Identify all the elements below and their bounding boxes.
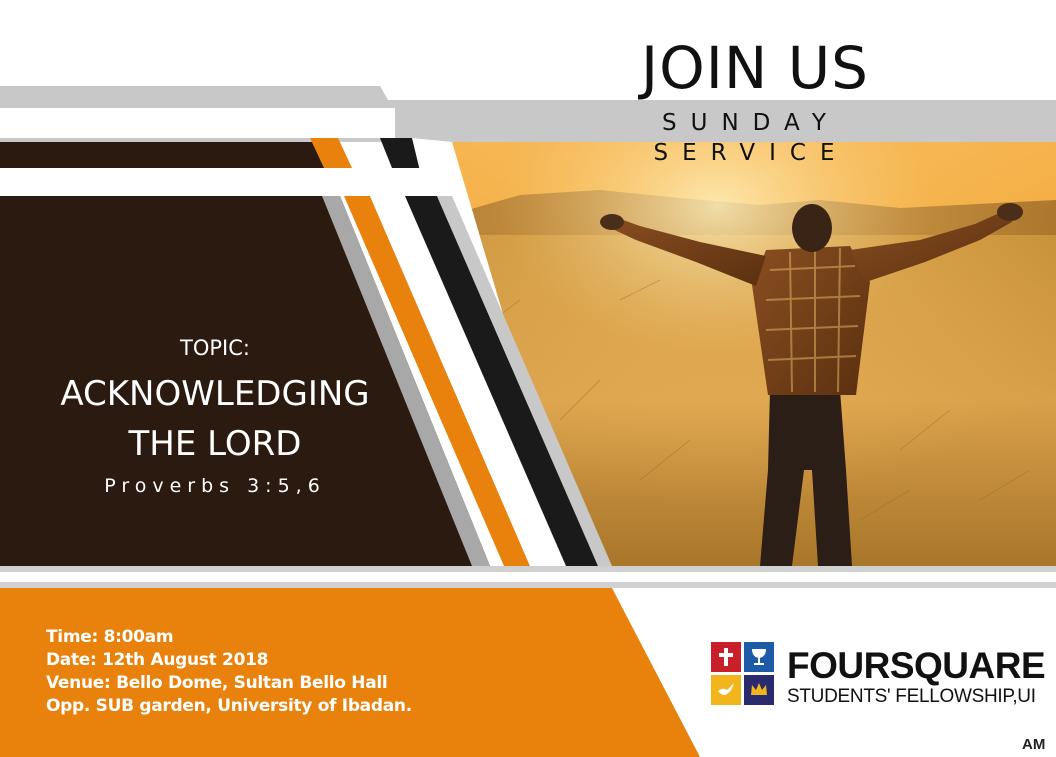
cup-icon (744, 642, 774, 672)
event-date: Date: 12th August 2018 (46, 650, 269, 670)
page-subtitle: SUNDAY SERVICE (653, 110, 849, 166)
page-title: JOIN US (641, 34, 869, 102)
topic-panel (0, 142, 332, 168)
white-line-bottom (0, 572, 1056, 582)
crown-icon (744, 675, 774, 705)
cross-icon (711, 642, 741, 672)
topic-block: TOPIC: ACKNOWLEDGING THE LORD Proverbs 3… (20, 333, 410, 501)
logo-tagline: STUDENTS' FELLOWSHIP,UI (787, 686, 1036, 707)
event-time: Time: 8:00am (46, 627, 174, 647)
topic-title-line1: ACKNOWLEDGING (60, 374, 370, 414)
topic-title: ACKNOWLEDGING THE LORD (20, 369, 410, 469)
scripture-reference: Proverbs 3:5,6 (104, 475, 326, 497)
event-details: Time: 8:00am Date: 12th August 2018 Venu… (46, 626, 412, 718)
foursquare-logo: FOURSQUARE STUDENTS' FELLOWSHIP,UI (711, 642, 1046, 708)
white-strip (0, 108, 395, 138)
topic-label: TOPIC: (180, 336, 250, 360)
dove-icon (711, 675, 741, 705)
stripe-white-2 (412, 138, 460, 196)
logo-emblem (711, 642, 775, 706)
logo-title: FOURSQUARE (787, 645, 1046, 686)
event-venue-line2: Opp. SUB garden, University of Ibadan. (46, 696, 412, 716)
event-venue: Venue: Bello Dome, Sultan Bello Hall (46, 673, 388, 693)
designer-signature: AM (1022, 736, 1046, 753)
topic-title-line2: THE LORD (128, 424, 302, 464)
white-band (0, 168, 350, 196)
